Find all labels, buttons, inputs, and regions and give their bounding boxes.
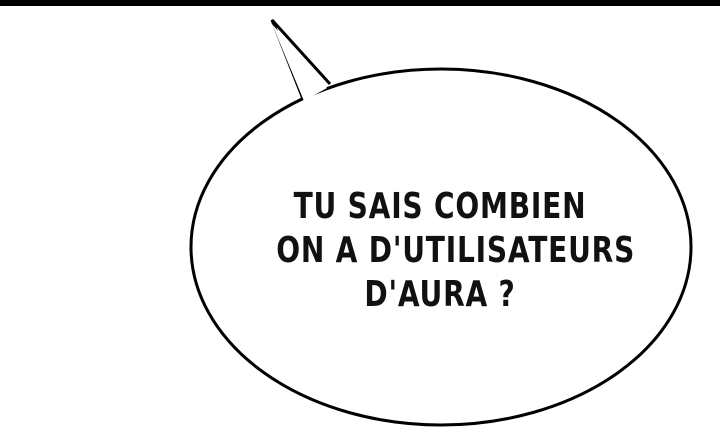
comic-panel: TU SAIS COMBIEN ON A D'UTILISATEURS D'AU… xyxy=(0,0,720,430)
speech-line-2: ON A D'UTILISATEURS xyxy=(276,230,636,271)
speech-line-3: D'AURA ? xyxy=(364,274,516,315)
speech-line-1: TU SAIS COMBIEN xyxy=(293,186,587,227)
speech-bubble-text: TU SAIS COMBIEN ON A D'UTILISATEURS D'AU… xyxy=(276,185,636,317)
speech-bubble-tail-fill xyxy=(272,24,327,101)
